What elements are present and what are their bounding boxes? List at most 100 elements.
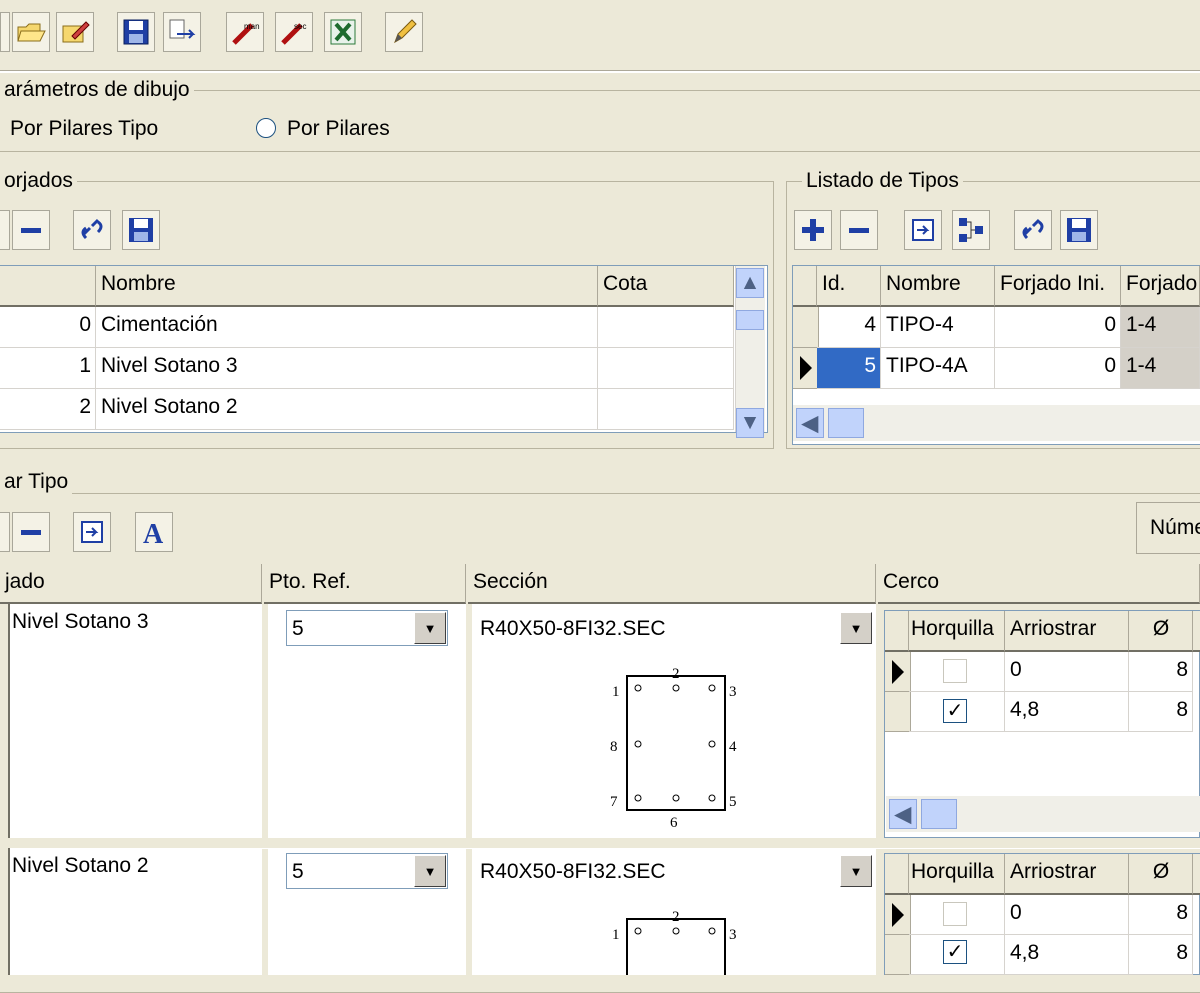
import-icon (912, 219, 934, 241)
horquilla-checkbox[interactable] (943, 902, 967, 926)
scroll-thumb[interactable] (736, 310, 764, 330)
tipos-col-id[interactable]: Id. (817, 266, 881, 307)
radio-por-pilares[interactable] (256, 118, 276, 138)
editar-col-forjado[interactable]: jado (0, 564, 262, 604)
forjados-col-cota[interactable]: Cota (598, 266, 734, 307)
scroll-down-icon[interactable]: ▼ (736, 408, 764, 438)
cerco-2-col-diam[interactable]: Ø (1129, 854, 1193, 895)
open-folder-icon[interactable] (12, 12, 50, 52)
cerco-2-row-0-horquilla[interactable] (909, 895, 1005, 935)
cerco-2-row-1-diam[interactable]: 8 (1129, 935, 1193, 975)
wand-man-icon[interactable]: man (226, 12, 264, 52)
editar-font-button[interactable]: A (135, 512, 173, 552)
editar-add-button[interactable] (0, 512, 10, 552)
forjados-remove-button[interactable] (12, 210, 50, 250)
chevron-down-icon[interactable]: ▼ (414, 855, 446, 887)
cerco-1-row-0-horquilla[interactable] (909, 652, 1005, 692)
toolbar-separator (0, 70, 1200, 73)
editar-col-ptoref[interactable]: Pto. Ref. (264, 564, 466, 604)
scroll-left-icon[interactable]: ◀ (889, 799, 917, 829)
forjados-row-1-cota[interactable] (598, 348, 734, 389)
tipos-col-forjado-ini[interactable]: Forjado Ini. (995, 266, 1121, 307)
tipos-col-forjado[interactable]: Forjado (1121, 266, 1200, 307)
editar-import-button[interactable] (73, 512, 111, 552)
cerco-1-col-indicator (885, 611, 909, 652)
cerco-1-row-0-diam[interactable]: 8 (1129, 652, 1193, 692)
cerco-1-col-arriostrar[interactable]: Arriostrar (1005, 611, 1129, 652)
tipos-row-0-forjado[interactable]: 1-4 (1121, 307, 1200, 348)
new-icon[interactable] (0, 12, 10, 52)
tipos-tree-button[interactable] (952, 210, 990, 250)
tipos-col-indicator (793, 266, 817, 307)
tipos-row-0-ini[interactable]: 0 (995, 307, 1121, 348)
tipos-save-button[interactable] (1060, 210, 1098, 250)
edit-icon[interactable] (56, 12, 94, 52)
tipos-row-1-id[interactable]: 5 (817, 348, 881, 389)
excel-icon[interactable] (324, 12, 362, 52)
tipos-import-button[interactable] (904, 210, 942, 250)
tipos-row-0-nombre[interactable]: TIPO-4 (881, 307, 995, 348)
tipos-row-1-forjado[interactable]: 1-4 (1121, 348, 1200, 389)
cerco-2-col-horquilla[interactable]: Horquilla (909, 854, 1005, 895)
forjados-row-1-num[interactable]: 1 (0, 348, 96, 389)
editar-row-2-seccion-select[interactable]: R40X50-8FI32.SEC ▼ (474, 853, 874, 889)
editar-row-1-ptoref-select[interactable]: 5 ▼ (286, 610, 448, 646)
horquilla-checkbox[interactable]: ✓ (943, 699, 967, 723)
editar-row-2-forjado-label[interactable]: Nivel Sotano 2 (12, 854, 149, 878)
save-icon[interactable] (117, 12, 155, 52)
option-por-pilares[interactable]: Por Pilares (287, 117, 390, 141)
cerco-1-row-1-arriostrar[interactable]: 4,8 (1005, 692, 1129, 732)
cerco-2-row-1-arriostrar[interactable]: 4,8 (1005, 935, 1129, 975)
horquilla-checkbox[interactable] (943, 659, 967, 683)
horquilla-checkbox[interactable]: ✓ (943, 940, 967, 964)
tipos-remove-button[interactable] (840, 210, 878, 250)
forjados-row-2-cota[interactable] (598, 389, 734, 430)
tipos-col-nombre[interactable]: Nombre (881, 266, 995, 307)
forjados-row-0-cota[interactable] (598, 307, 734, 348)
editar-remove-button[interactable] (12, 512, 50, 552)
scroll-thumb[interactable] (921, 799, 957, 829)
cerco-2-row-1-horquilla[interactable]: ✓ (909, 935, 1005, 975)
editar-col-seccion[interactable]: Sección (468, 564, 876, 604)
editar-col-cerco[interactable]: Cerco (878, 564, 1200, 604)
chevron-down-icon[interactable]: ▼ (840, 855, 872, 887)
chevron-down-icon[interactable]: ▼ (414, 612, 446, 644)
forjados-save-button[interactable] (122, 210, 160, 250)
cerco-2-col-arriostrar[interactable]: Arriostrar (1005, 854, 1129, 895)
chevron-down-icon[interactable]: ▼ (840, 612, 872, 644)
editar-row-1-seccion-select[interactable]: R40X50-8FI32.SEC ▼ (474, 610, 874, 646)
forjados-link-button[interactable] (73, 210, 111, 250)
cerco-1-row-1-horquilla[interactable]: ✓ (909, 692, 1005, 732)
wand-sec-icon[interactable]: sec (275, 12, 313, 52)
forjados-row-0-num[interactable]: 0 (0, 307, 96, 348)
tipos-row-1-ini[interactable]: 0 (995, 348, 1121, 389)
tipos-link-button[interactable] (1014, 210, 1052, 250)
forjados-row-2-num[interactable]: 2 (0, 389, 96, 430)
cerco-1-col-horquilla[interactable]: Horquilla (909, 611, 1005, 652)
save-icon (129, 218, 153, 242)
main-toolbar: man sec (0, 0, 1200, 70)
export-icon[interactable] (163, 12, 201, 52)
scroll-thumb[interactable] (828, 408, 864, 438)
cerco-1-row-0-arriostrar[interactable]: 0 (1005, 652, 1129, 692)
tipos-row-0-id[interactable]: 4 (817, 307, 881, 348)
scroll-left-icon[interactable]: ◀ (796, 408, 824, 438)
forjados-row-1-nombre[interactable]: Nivel Sotano 3 (96, 348, 598, 389)
point-label-2: 2 (672, 909, 680, 925)
cerco-2-row-0-arriostrar[interactable]: 0 (1005, 895, 1129, 935)
forjados-row-2-nombre[interactable]: Nivel Sotano 2 (96, 389, 598, 430)
forjados-row-0-nombre[interactable]: Cimentación (96, 307, 598, 348)
tipos-add-button[interactable] (794, 210, 832, 250)
forjados-add-button[interactable] (0, 210, 10, 250)
cerco-1-row-0-indicator (885, 652, 911, 692)
cerco-1-col-diam[interactable]: Ø (1129, 611, 1193, 652)
tipos-row-1-nombre[interactable]: TIPO-4A (881, 348, 995, 389)
scroll-up-icon[interactable]: ▲ (736, 268, 764, 298)
forjados-col-nombre[interactable]: Nombre (96, 266, 598, 307)
pencil-icon[interactable] (385, 12, 423, 52)
editar-row-1-forjado-label[interactable]: Nivel Sotano 3 (12, 610, 149, 634)
cerco-1-row-1-diam[interactable]: 8 (1129, 692, 1193, 732)
editar-row-2-ptoref-select[interactable]: 5 ▼ (286, 853, 448, 889)
option-por-pilares-tipo[interactable]: Por Pilares Tipo (10, 117, 158, 141)
cerco-2-row-0-diam[interactable]: 8 (1129, 895, 1193, 935)
